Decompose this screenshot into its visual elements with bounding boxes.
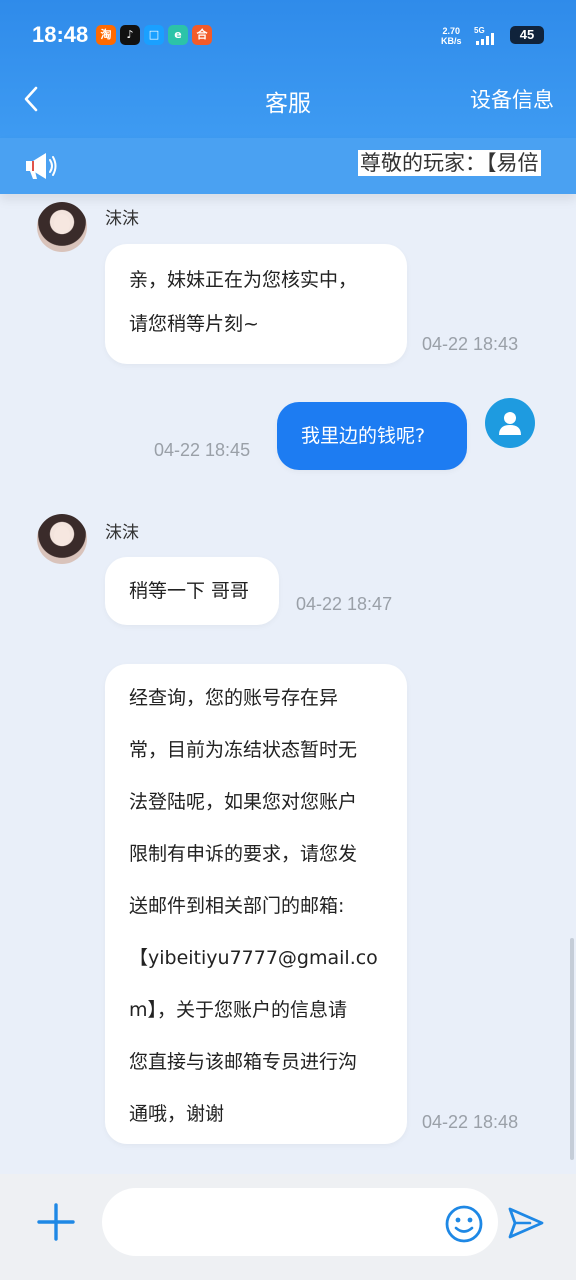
user-icon	[499, 412, 521, 435]
agent-avatar[interactable]	[37, 514, 87, 564]
smiley-icon[interactable]	[444, 1204, 484, 1244]
message-time: 04-22 18:43	[422, 334, 519, 354]
app-square-icon: □	[144, 25, 164, 45]
status-bar: 18:48 淘 ♪ □ e 合 2.70 KB/s 5G 45	[0, 0, 576, 70]
message-text: 经查询，您的账号存在异 常，目前为冻结状态暂时无 法登陆呢，如果您对您账户 限制…	[129, 687, 378, 1125]
message-bubble-incoming: 稍等一下 哥哥	[105, 557, 279, 625]
device-info-button[interactable]: 设备信息	[470, 84, 554, 114]
message-time: 04-22 18:47	[296, 594, 393, 614]
user-avatar[interactable]	[485, 398, 535, 448]
header: 18:48 淘 ♪ □ e 合 2.70 KB/s 5G 45 客服 设备信息	[0, 0, 576, 138]
taobao-icon: 淘	[96, 25, 116, 45]
tiktok-icon: ♪	[120, 25, 140, 45]
message-time: 04-22 18:45	[154, 440, 251, 460]
network-speed: 2.70 KB/s	[441, 26, 462, 46]
message-text: 亲，妹妹正在为您核实中， 请您稍等片刻~	[129, 269, 358, 335]
notice-text: 尊敬的玩家：【易倍	[358, 150, 541, 176]
battery-icon: 45	[510, 26, 544, 44]
message-time: 04-22 18:48	[422, 1112, 519, 1132]
megaphone-icon	[26, 153, 57, 179]
status-app-icons: 淘 ♪ □ e 合	[96, 25, 212, 45]
nav-bar: 客服 设备信息	[0, 74, 576, 124]
sender-name: 沫沫	[105, 209, 139, 229]
sender-name: 沫沫	[105, 523, 139, 543]
agent-avatar[interactable]	[37, 202, 87, 252]
message-bubble-incoming: 亲，妹妹正在为您核实中， 请您稍等片刻~	[105, 244, 407, 364]
message-bubble-incoming: 经查询，您的账号存在异 常，目前为冻结状态暂时无 法登陆呢，如果您对您账户 限制…	[105, 664, 407, 1144]
message-bubble-outgoing: 我里边的钱呢?	[277, 402, 467, 470]
browser-e-icon: e	[168, 25, 188, 45]
network-speed-value: 2.70	[442, 26, 461, 36]
message-text: 我里边的钱呢?	[301, 425, 426, 447]
chat-scrollbar[interactable]	[570, 938, 574, 1160]
input-bar	[0, 1174, 576, 1280]
signal-icon	[476, 33, 494, 45]
message-input[interactable]	[102, 1188, 498, 1256]
app-home-icon: 合	[192, 25, 212, 45]
send-icon[interactable]	[506, 1205, 546, 1241]
status-time: 18:48	[32, 22, 89, 47]
chat-area[interactable]: 沫沫 亲，妹妹正在为您核实中， 请您稍等片刻~ 04-22 18:43 04-2…	[0, 194, 576, 1174]
network-speed-unit: KB/s	[441, 36, 462, 46]
message-text: 稍等一下 哥哥	[129, 580, 250, 602]
plus-icon[interactable]	[36, 1202, 76, 1242]
notice-bar[interactable]: 尊敬的玩家：【易倍	[0, 138, 576, 194]
